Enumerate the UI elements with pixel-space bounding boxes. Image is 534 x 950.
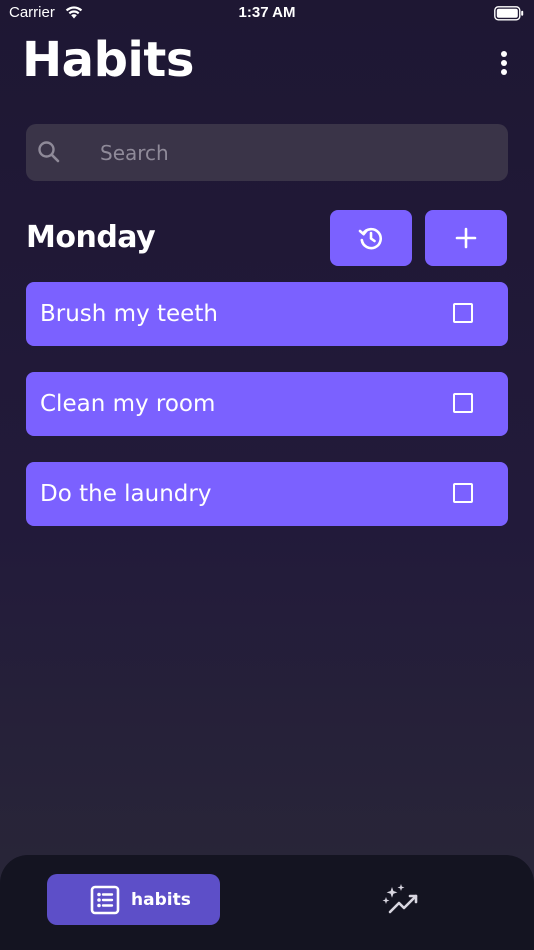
habit-label: Do the laundry [40,481,212,507]
habit-checkbox[interactable] [453,303,473,323]
more-menu-button[interactable] [492,46,516,80]
list-icon [90,885,120,915]
habit-item[interactable]: Clean my room [26,372,508,436]
sparkle-chart-icon[interactable] [380,883,420,917]
add-habit-button[interactable] [425,210,507,266]
plus-icon [455,227,477,249]
habit-checkbox[interactable] [453,483,473,503]
history-icon [358,227,382,250]
page-title: Habits [22,32,194,88]
habit-checkbox[interactable] [453,393,473,413]
habit-item[interactable]: Do the laundry [26,462,508,526]
nav-tab-habits-label: habits [131,890,191,910]
status-bar: Carrier 1:37 AM [0,0,534,28]
search-icon [38,141,60,163]
status-time: 1:37 AM [238,4,296,21]
more-vertical-icon [501,51,507,75]
day-title: Monday [26,220,156,255]
search-bar[interactable] [26,124,508,181]
battery-icon [494,6,524,21]
nav-tab-habits[interactable]: habits [47,874,220,925]
bottom-nav: habits [0,855,534,950]
search-input[interactable] [100,138,500,168]
habit-item[interactable]: Brush my teeth [26,282,508,346]
reset-habits-button[interactable] [330,210,412,266]
habit-label: Clean my room [40,391,216,417]
habit-label: Brush my teeth [40,301,218,327]
